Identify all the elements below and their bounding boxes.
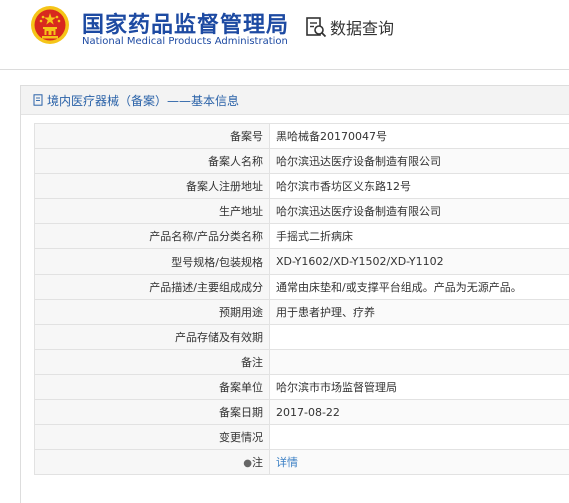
field-label: 备注 — [35, 349, 270, 374]
field-label: 型号规格/包装规格 — [35, 249, 270, 274]
national-emblem-icon — [30, 5, 70, 45]
panel-title: 境内医疗器械（备案）——基本信息 — [47, 92, 239, 109]
table-row: 备注 — [35, 349, 569, 374]
field-value: 2017-08-22 — [270, 400, 569, 425]
table-row: 变更情况 — [35, 425, 569, 450]
field-value: 哈尔滨市市场监督管理局 — [270, 374, 569, 399]
table-row: 备案号 黑哈械备20170047号 — [35, 124, 569, 149]
field-value: 用于患者护理、疗养 — [270, 299, 569, 324]
record-info-table: 备案号 黑哈械备20170047号 备案人名称 哈尔滨迅达医疗设备制造有限公司 … — [34, 123, 569, 475]
field-value: 手摇式二折病床 — [270, 224, 569, 249]
table-row: 备案人名称 哈尔滨迅达医疗设备制造有限公司 — [35, 149, 569, 174]
org-name-cn: 国家药品监督管理局 — [82, 7, 289, 39]
document-icon — [33, 94, 44, 106]
field-label: 产品描述/主要组成成分 — [35, 274, 270, 299]
field-value: XD-Y1602/XD-Y1502/XD-Y1102 — [270, 249, 569, 274]
location-pin-icon: ● — [243, 458, 252, 469]
table-row: 产品名称/产品分类名称 手摇式二折病床 — [35, 224, 569, 249]
field-value — [270, 324, 569, 349]
field-value: 哈尔滨迅达医疗设备制造有限公司 — [270, 199, 569, 224]
field-value: 哈尔滨迅达医疗设备制造有限公司 — [270, 149, 569, 174]
field-label: 预期用途 — [35, 299, 270, 324]
field-value: 通常由床垫和/或支撑平台组成。产品为无源产品。 — [270, 274, 569, 299]
field-label: 产品名称/产品分类名称 — [35, 224, 270, 249]
field-label: 备案人注册地址 — [35, 174, 270, 199]
field-label: 备案日期 — [35, 400, 270, 425]
data-query-link[interactable]: 数据查询 — [305, 14, 394, 40]
table-row: 产品存储及有效期 — [35, 324, 569, 349]
note-label: 注 — [252, 456, 263, 469]
field-label: 备案号 — [35, 124, 270, 149]
field-label: 备案单位 — [35, 374, 270, 399]
field-value: 详情 — [270, 450, 569, 475]
document-search-icon — [305, 16, 327, 38]
site-header: 国家药品监督管理局 National Medical Products Admi… — [0, 0, 569, 70]
panel-title-bar: 境内医疗器械（备案）——基本信息 — [21, 86, 569, 115]
field-label: 备案人名称 — [35, 149, 270, 174]
field-value: 黑哈械备20170047号 — [270, 124, 569, 149]
table-row: ●注 详情 — [35, 450, 569, 475]
field-label: 生产地址 — [35, 199, 270, 224]
record-info-panel: 境内医疗器械（备案）——基本信息 备案号 黑哈械备20170047号 备案人名称… — [20, 85, 569, 503]
org-name-en: National Medical Products Administration — [82, 36, 288, 47]
table-row: 产品描述/主要组成成分 通常由床垫和/或支撑平台组成。产品为无源产品。 — [35, 274, 569, 299]
header-divider — [0, 69, 569, 70]
table-row: 备案日期 2017-08-22 — [35, 400, 569, 425]
table-row: 型号规格/包装规格 XD-Y1602/XD-Y1502/XD-Y1102 — [35, 249, 569, 274]
field-label: 产品存储及有效期 — [35, 324, 270, 349]
detail-link[interactable]: 详情 — [276, 456, 298, 469]
table-row: 预期用途 用于患者护理、疗养 — [35, 299, 569, 324]
table-row: 备案单位 哈尔滨市市场监督管理局 — [35, 374, 569, 399]
table-row: 备案人注册地址 哈尔滨市香坊区义东路12号 — [35, 174, 569, 199]
table-row: 生产地址 哈尔滨迅达医疗设备制造有限公司 — [35, 199, 569, 224]
field-label: 变更情况 — [35, 425, 270, 450]
field-value — [270, 349, 569, 374]
field-label: ●注 — [35, 450, 270, 475]
field-value — [270, 425, 569, 450]
field-value: 哈尔滨市香坊区义东路12号 — [270, 174, 569, 199]
data-query-label: 数据查询 — [330, 15, 394, 39]
